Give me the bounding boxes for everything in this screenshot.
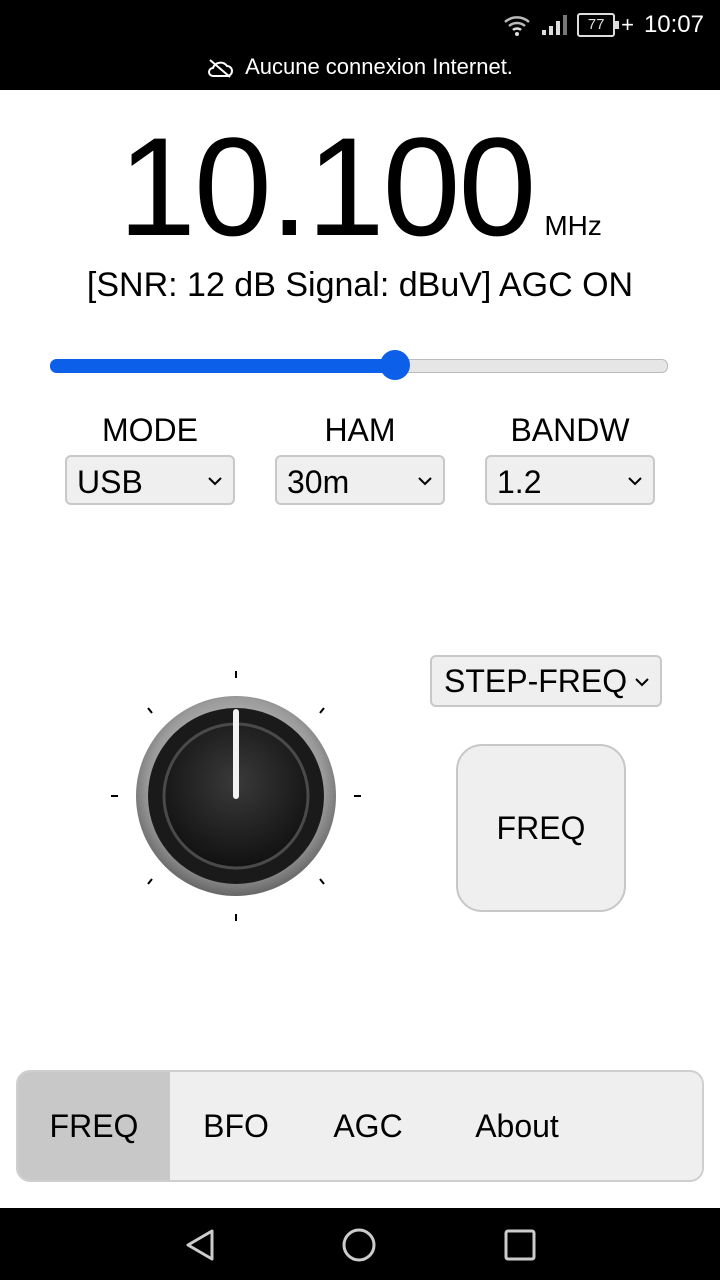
charging-mark: + xyxy=(621,12,634,37)
bandw-value: 1.2 xyxy=(497,464,542,500)
mode-group: MODE USB xyxy=(65,412,235,505)
ham-select[interactable]: 30m xyxy=(275,455,445,505)
status-bar: 77 + 10:07 Aucune connexion Internet. xyxy=(0,0,720,90)
freq-button[interactable]: FREQ xyxy=(456,744,626,912)
back-icon[interactable] xyxy=(182,1227,218,1263)
mode-value: USB xyxy=(77,464,143,500)
bandw-group: BANDW 1.2 xyxy=(485,412,655,505)
mode-label: MODE xyxy=(102,412,198,448)
ham-value: 30m xyxy=(287,464,350,500)
chevron-down-icon xyxy=(635,678,649,687)
tuning-knob[interactable] xyxy=(106,668,366,928)
frequency-value: 10.100 xyxy=(118,108,536,265)
slider-thumb[interactable] xyxy=(380,350,410,380)
step-freq-select[interactable]: STEP-FREQ xyxy=(430,655,662,707)
tab-bfo[interactable]: BFO xyxy=(170,1072,302,1180)
bandw-select[interactable]: 1.2 xyxy=(485,455,655,505)
battery-icon: 77 xyxy=(577,13,620,37)
ham-label: HAM xyxy=(324,412,396,448)
step-freq-value: STEP-FREQ xyxy=(444,663,628,699)
chevron-down-icon xyxy=(628,477,642,486)
tab-agc[interactable]: AGC xyxy=(302,1072,434,1180)
slider-fill xyxy=(50,359,395,373)
signal-status: [SNR: 12 dB Signal: dBuV] AGC ON xyxy=(86,266,634,304)
ham-group: HAM 30m xyxy=(275,412,445,505)
home-icon[interactable] xyxy=(340,1226,378,1264)
tuning-slider[interactable] xyxy=(50,350,670,382)
mode-select[interactable]: USB xyxy=(65,455,235,505)
frequency-display: 10.100 MHz xyxy=(0,112,720,262)
navigation-bar xyxy=(0,1208,720,1280)
chevron-down-icon xyxy=(208,477,222,486)
status-icons: 77 + 10:07 xyxy=(503,10,704,40)
tab-bar: FREQ BFO AGC About xyxy=(16,1070,704,1182)
cellular-signal-icon xyxy=(542,15,568,35)
offline-banner: Aucune connexion Internet. xyxy=(0,54,720,80)
tab-about[interactable]: About xyxy=(434,1072,600,1180)
control-selects: MODE USB HAM 30m BANDW 1.2 xyxy=(0,412,720,512)
knob-graphic xyxy=(111,671,361,921)
tab-freq[interactable]: FREQ xyxy=(18,1072,170,1180)
bandw-label: BANDW xyxy=(510,412,630,448)
recent-apps-icon[interactable] xyxy=(503,1228,537,1262)
chevron-down-icon xyxy=(418,477,432,486)
wifi-icon xyxy=(504,16,530,36)
cloud-off-icon xyxy=(208,59,233,78)
frequency-unit: MHz xyxy=(544,210,602,241)
offline-message: Aucune connexion Internet. xyxy=(245,54,513,79)
clock: 10:07 xyxy=(643,11,704,38)
